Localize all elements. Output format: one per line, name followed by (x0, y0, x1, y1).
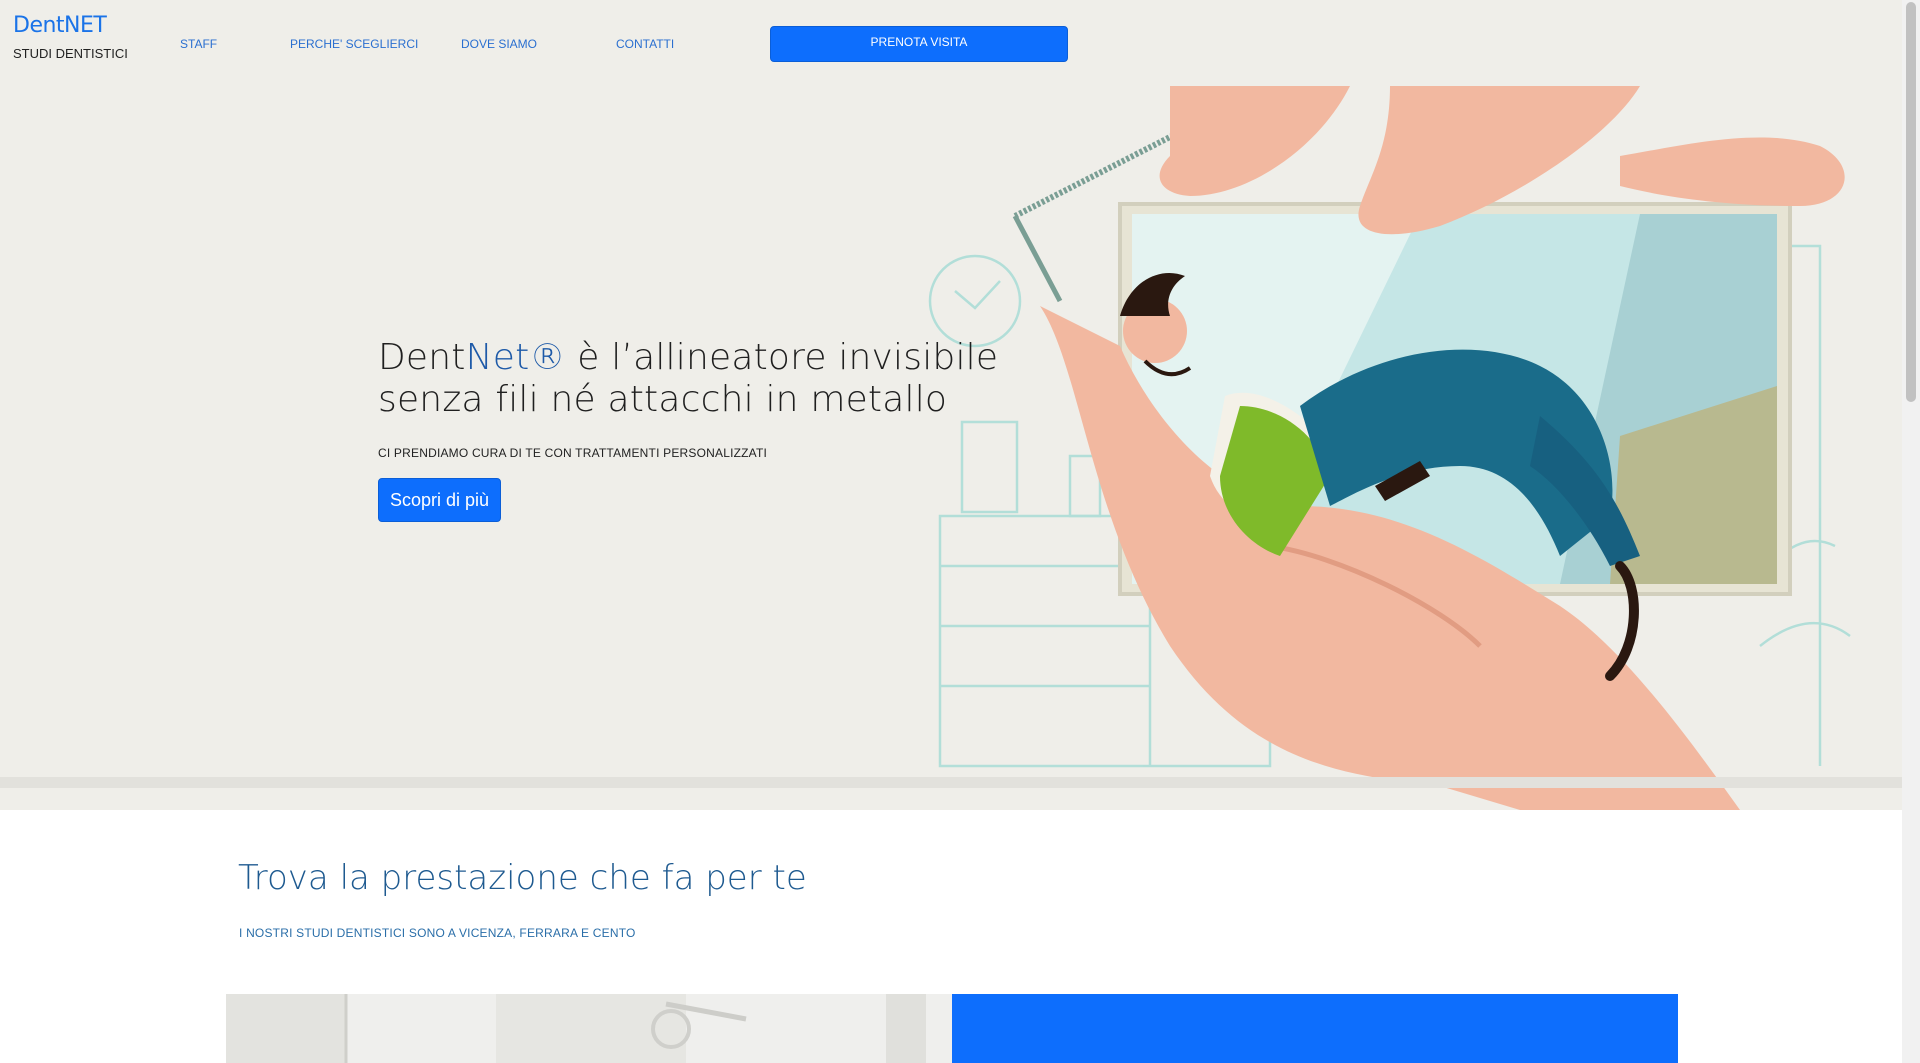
scrollbar-thumb[interactable] (1906, 2, 1916, 402)
section-subtitle: I NOSTRI STUDI DENTISTICI SONO A VICENZA… (239, 926, 636, 940)
service-card-blue[interactable] (952, 994, 1678, 1063)
brand-subtitle: STUDI DENTISTICI (13, 46, 128, 61)
service-card-image[interactable] (226, 994, 952, 1063)
hero-title: DentNet® è l’allineatore invisibile senza… (378, 337, 1018, 421)
nav-staff[interactable]: STAFF (180, 37, 217, 51)
hero-title-part2: è l’allineatore invisibile (565, 337, 999, 378)
nav-perche-sceglierci[interactable]: PERCHE' SCEGLIERCI (290, 37, 418, 51)
hero-subtitle: CI PRENDIAMO CURA DI TE CON TRATTAMENTI … (378, 446, 768, 460)
clinic-photo (226, 994, 952, 1063)
prenota-visita-button[interactable]: PRENOTA VISITA (770, 26, 1068, 62)
scopri-di-piu-button[interactable]: Scopri di più (378, 478, 501, 522)
nav-contatti[interactable]: CONTATTI (616, 37, 674, 51)
hero-title-part1: Dent (378, 337, 466, 378)
hero-title-accent: Net® (465, 337, 566, 378)
nav-dove-siamo[interactable]: DOVE SIAMO (461, 37, 537, 51)
brand-logo[interactable]: DentNET STUDI DENTISTICI (13, 13, 128, 61)
hero-illustration (928, 86, 1851, 810)
hero-title-line2: senza fili né attacchi in metallo (378, 379, 948, 420)
page-scrollbar[interactable] (1902, 0, 1920, 1063)
brand-name[interactable]: DentNET (13, 13, 128, 38)
hero-divider (0, 777, 1902, 788)
section-title: Trova la prestazione che fa per te (238, 858, 807, 898)
